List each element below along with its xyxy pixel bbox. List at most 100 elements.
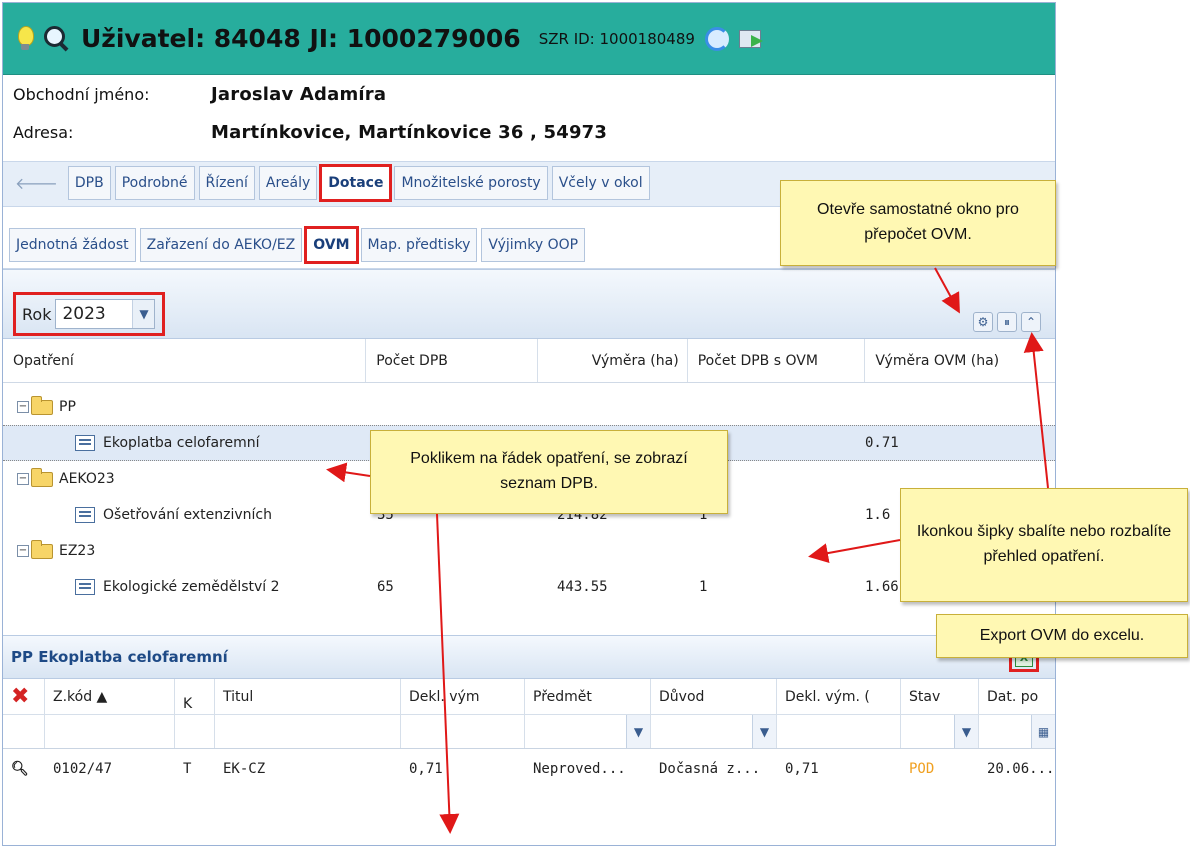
tab-arealy[interactable]: Areály <box>258 166 318 200</box>
detail-filter-row: ▼ ▼ ▼ ▦ <box>3 715 1055 749</box>
filter-stav[interactable]: ▼ <box>901 715 979 748</box>
chevron-down-icon[interactable]: ▼ <box>752 715 776 748</box>
tree-item-row[interactable]: Ekologické zemědělství 2 65 443.55 1 1.6… <box>3 569 1055 605</box>
folder-icon <box>31 539 53 559</box>
tree-group-row[interactable]: − EZ23 <box>3 533 1055 569</box>
cell-zkod: 0102/47 <box>53 761 113 777</box>
collapse-icon[interactable]: ⌃ <box>1021 312 1041 332</box>
tab-podrobne[interactable]: Podrobné <box>114 166 195 200</box>
detail-title: PP Ekoplatba celofaremní <box>11 648 228 666</box>
cell-titul: EK-CZ <box>223 761 266 777</box>
item-area-ovm: 0.71 <box>865 435 899 451</box>
cell-stav: POD <box>909 761 935 777</box>
collapse-toggle-icon[interactable]: − <box>17 545 29 557</box>
col-pocet-dpb-ovm[interactable]: Počet DPB s OVM <box>688 339 866 382</box>
cell-predmet: Neproved... <box>533 761 626 777</box>
name-value: Jaroslav Adamíra <box>211 83 387 105</box>
item-name: Ošetřování extenzivních <box>103 507 272 523</box>
header-bar: Uživatel: 84048 JI: 1000279006 SZR ID: 1… <box>3 3 1055 75</box>
col-vymera[interactable]: Výměra (ha) <box>538 339 688 382</box>
filter-dekl-vym[interactable] <box>401 715 525 748</box>
delete-icon[interactable]: ✖ <box>11 684 29 709</box>
tab-jednotna-zadost[interactable]: Jednotná žádost <box>9 228 136 262</box>
tab-vyjimky-oop[interactable]: Výjimky OOP <box>481 228 586 262</box>
item-area-ovm: 1.66 <box>865 579 899 595</box>
cell-dat-po: 20.06.... <box>987 761 1056 777</box>
detail-grid-header: ✖ Z.kód ▲ K Titul Dekl. vým Předmět Důvo… <box>3 679 1055 715</box>
col-dekl-vym-2[interactable]: Dekl. vým. ( <box>777 679 901 714</box>
tab-mnozitelske-porosty[interactable]: Množitelské porosty <box>394 166 548 200</box>
refresh-icon[interactable] <box>704 26 729 51</box>
detail-grid: ✖ Z.kód ▲ K Titul Dekl. vým Předmět Důvo… <box>3 679 1055 789</box>
pin-icon[interactable]: ⏸ <box>997 312 1017 332</box>
callout-export: Export OVM do excelu. <box>936 614 1188 658</box>
col-vymera-ovm[interactable]: Výměra OVM (ha) <box>865 339 1055 382</box>
cell-k: T <box>183 761 192 777</box>
col-k[interactable]: K <box>175 679 215 714</box>
group-name: AEKO23 <box>59 471 115 487</box>
list-icon <box>75 579 95 595</box>
col-dekl-vym[interactable]: Dekl. vým <box>401 679 525 714</box>
year-toolbar: Rok 2023 ▼ ⚙ ⏸ ⌃ <box>3 269 1055 339</box>
filter-duvod[interactable]: ▼ <box>651 715 777 748</box>
search-icon[interactable]: 🔍︎ <box>11 761 29 777</box>
address-label: Adresa: <box>13 122 74 142</box>
tree-group-row[interactable]: − PP <box>3 389 1055 425</box>
group-name: PP <box>59 399 76 415</box>
callout-window: Otevře samostatné okno pro přepočet OVM. <box>780 180 1056 266</box>
filter-dat-po[interactable]: ▦ <box>979 715 1055 748</box>
cell-duvod: Dočasná z... <box>659 761 761 777</box>
export-icon[interactable] <box>738 28 767 50</box>
filter-titul[interactable] <box>215 715 401 748</box>
callout-row-click: Poklikem na řádek opatření, se zobrazí s… <box>370 430 728 514</box>
col-opatreni[interactable]: Opatření <box>3 339 367 382</box>
arrow-left-icon: 🡐 <box>15 174 58 193</box>
folder-icon <box>31 467 53 487</box>
col-predmet[interactable]: Předmět <box>525 679 651 714</box>
chevron-down-icon[interactable]: ▼ <box>132 300 155 328</box>
collapse-toggle-icon[interactable]: − <box>17 473 29 485</box>
tab-dotace[interactable]: Dotace <box>319 164 393 202</box>
callout-collapse: Ikonkou šipky sbalíte nebo rozbalíte pře… <box>900 488 1188 602</box>
magnifier-icon[interactable] <box>43 25 71 53</box>
cell-dekl-vym-2: 0,71 <box>785 761 819 777</box>
tab-dpb[interactable]: DPB <box>67 166 111 200</box>
col-dat-po[interactable]: Dat. po <box>979 679 1055 714</box>
address-value: Martínkovice, Martínkovice 36 , 54973 <box>211 121 608 143</box>
gear-icon[interactable]: ⚙ <box>973 312 993 332</box>
collapse-toggle-icon[interactable]: − <box>17 401 29 413</box>
folder-icon <box>31 395 53 415</box>
filter-predmet[interactable]: ▼ <box>525 715 651 748</box>
col-duvod[interactable]: Důvod <box>651 679 777 714</box>
bulb-icon[interactable] <box>17 25 34 52</box>
user-title: Uživatel: 84048 JI: 1000279006 <box>81 24 521 53</box>
year-select[interactable]: 2023 ▼ <box>55 299 156 329</box>
tab-vcely[interactable]: Včely v okol <box>551 166 650 200</box>
filter-dekl-vym-2[interactable] <box>777 715 901 748</box>
tab-zarazeni[interactable]: Zařazení do AEKO/EZ <box>139 228 303 262</box>
toolbar-icons: ⚙ ⏸ ⌃ <box>973 312 1041 332</box>
chevron-down-icon[interactable]: ▼ <box>626 715 650 748</box>
tab-map-predtisky[interactable]: Map. předtisky <box>360 228 478 262</box>
item-name: Ekologické zemědělství 2 <box>103 579 280 595</box>
col-stav[interactable]: Stav <box>901 679 979 714</box>
item-area: 443.55 <box>557 579 608 595</box>
tab-scroll-left[interactable]: 🡐 <box>9 166 64 200</box>
ovm-panel: Uživatel: 84048 JI: 1000279006 SZR ID: 1… <box>2 2 1056 846</box>
tab-ovm[interactable]: OVM <box>304 226 359 264</box>
calendar-icon[interactable]: ▦ <box>1031 715 1055 748</box>
chevron-down-icon[interactable]: ▼ <box>954 715 978 748</box>
tab-rizeni[interactable]: Řízení <box>198 166 255 200</box>
szr-id: SZR ID: 1000180489 <box>538 29 695 48</box>
item-area-ovm: 1.6 <box>865 507 891 523</box>
col-zkod[interactable]: Z.kód ▲ <box>45 679 175 714</box>
table-row[interactable]: 🔍︎ 0102/47 T EK-CZ 0,71 Neproved... Doča… <box>3 749 1055 789</box>
item-count-ovm: 1 <box>699 579 708 595</box>
list-icon <box>75 435 95 451</box>
group-name: EZ23 <box>59 543 96 559</box>
list-icon <box>75 507 95 523</box>
year-value: 2023 <box>62 304 106 324</box>
col-pocet-dpb[interactable]: Počet DPB <box>366 339 538 382</box>
col-titul[interactable]: Titul <box>215 679 401 714</box>
filter-zkod[interactable] <box>45 715 175 748</box>
